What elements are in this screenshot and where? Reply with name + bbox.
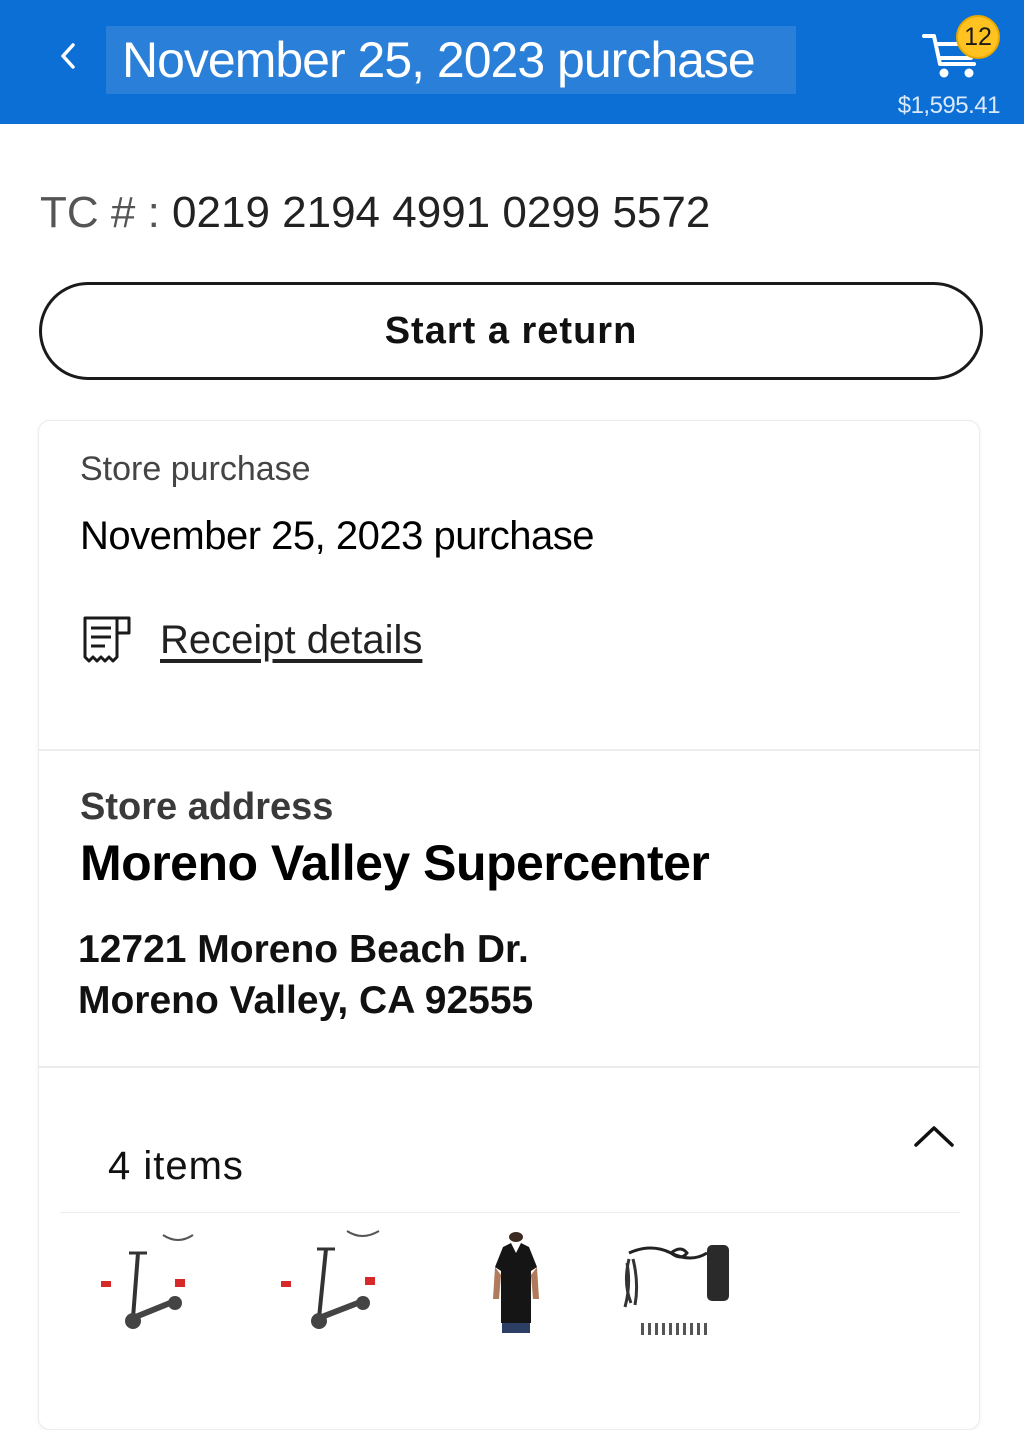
store-name: Moreno Valley Supercenter bbox=[80, 835, 710, 891]
cart-count-badge: 12 bbox=[956, 15, 1000, 59]
start-return-button[interactable]: Start a return bbox=[39, 282, 983, 380]
transaction-code-row: TC # : 0219 2194 4991 0299 5572 bbox=[40, 188, 710, 238]
start-return-label: Start a return bbox=[384, 309, 638, 352]
electric-scooter-icon bbox=[101, 1234, 194, 1329]
items-divider bbox=[60, 1212, 960, 1213]
receipt-details-link[interactable]: Receipt details bbox=[160, 618, 422, 663]
transaction-code-number: 0219 2194 4991 0299 5572 bbox=[172, 188, 711, 237]
store-address-line-2: Moreno Valley, CA 92555 bbox=[78, 979, 534, 1022]
section-divider bbox=[38, 749, 980, 751]
page-title-container: November 25, 2023 purchase bbox=[106, 26, 796, 94]
store-address-label: Store address bbox=[80, 786, 334, 828]
receipt-details-link-row[interactable]: Receipt details bbox=[80, 612, 422, 668]
electric-scooter-icon bbox=[281, 1230, 380, 1329]
purchase-type-label: Store purchase bbox=[80, 450, 311, 488]
transaction-code-label: TC # : bbox=[40, 188, 160, 237]
cart-total: $1,595.41 bbox=[897, 92, 1001, 119]
store-address-line-1: 12721 Moreno Beach Dr. bbox=[78, 928, 529, 971]
power-adapter-icon bbox=[623, 1245, 729, 1335]
page-title: November 25, 2023 purchase bbox=[122, 32, 756, 88]
items-collapse-button[interactable] bbox=[908, 1114, 960, 1158]
item-thumbnail-scooter[interactable] bbox=[262, 1218, 392, 1348]
back-button[interactable] bbox=[50, 30, 86, 82]
chevron-up-icon bbox=[914, 1126, 954, 1147]
section-divider bbox=[38, 1066, 980, 1068]
t-shirt-icon bbox=[493, 1232, 539, 1333]
item-thumbnail-adapter[interactable] bbox=[606, 1218, 736, 1348]
item-thumbnail-shirt[interactable] bbox=[450, 1218, 580, 1348]
receipt-icon bbox=[83, 616, 131, 663]
top-app-bar: November 25, 2023 purchase 12 $1,595.41 bbox=[0, 0, 1024, 124]
purchase-date-heading: November 25, 2023 purchase bbox=[80, 514, 595, 558]
item-thumbnail-scooter[interactable] bbox=[78, 1218, 208, 1348]
items-count: 4 items bbox=[108, 1144, 244, 1188]
chevron-left-icon bbox=[61, 43, 75, 69]
